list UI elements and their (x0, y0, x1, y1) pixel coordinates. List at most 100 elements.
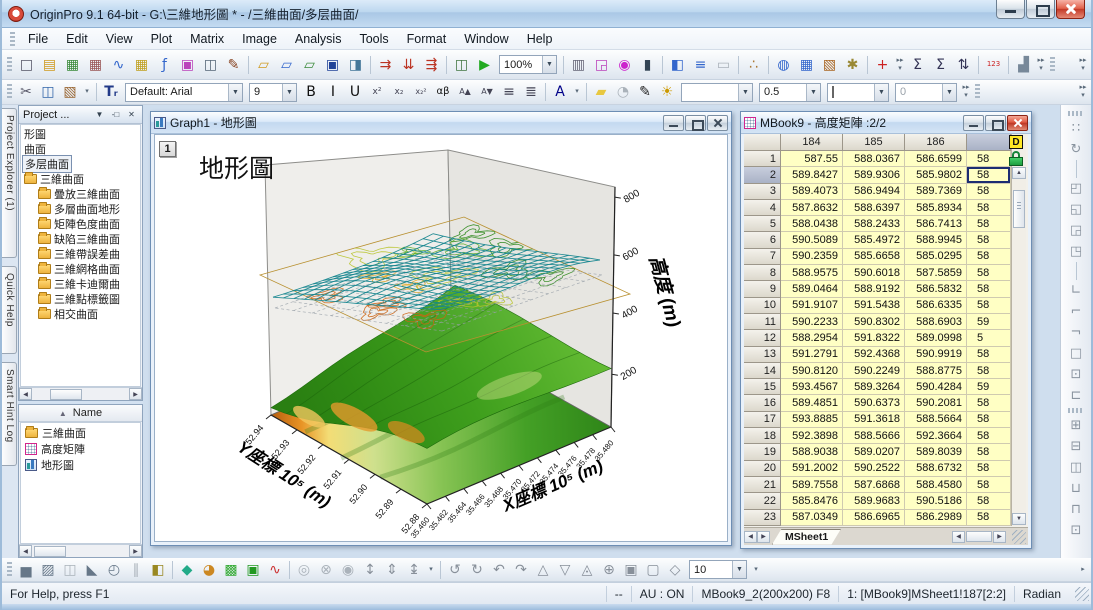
tree-item-7[interactable]: 缺陷三維曲面 (21, 231, 140, 246)
toolbar-grip[interactable] (7, 84, 12, 100)
matrix-cell[interactable]: 585.9802 (905, 167, 967, 183)
matrix-cell[interactable]: 591.2791 (781, 347, 843, 363)
tree-item-2[interactable]: 多层曲面 (21, 156, 140, 171)
angle-combo[interactable]: 0▼ (895, 83, 957, 102)
side-tab-0[interactable]: Project Explorer (1) (2, 108, 17, 258)
chevron-down-icon[interactable]: ▼ (738, 84, 752, 101)
axes-corner-button[interactable]: ⊏ (1064, 385, 1088, 406)
tree-item-3[interactable]: 三維曲面 (21, 171, 140, 186)
toolbar-grip[interactable] (7, 562, 12, 578)
toolbar-grip[interactable] (1050, 57, 1055, 73)
superscript-button[interactable]: x² (366, 82, 388, 102)
scrollbar-thumb[interactable] (50, 389, 82, 400)
toolbar-overflow-chevron[interactable]: ▾ (425, 560, 437, 580)
matrix-cell[interactable]: 585.8934 (905, 200, 967, 216)
row-header-22[interactable]: 22 (744, 493, 781, 509)
tree-item-12[interactable]: 相交曲面 (21, 306, 140, 321)
scroll-down-icon[interactable]: ▼ (1012, 513, 1026, 525)
set-values-button[interactable]: 123 (982, 54, 1005, 76)
font-name-combo[interactable]: Default: Arial▼ (125, 83, 243, 102)
matrix-cell[interactable]: 585.6658 (843, 249, 905, 265)
matrix-cell[interactable]: 589.0998 (905, 330, 967, 346)
chevron-down-icon[interactable]: ▼ (282, 84, 296, 101)
matrix-cell[interactable]: 585.4972 (843, 232, 905, 248)
paste-button[interactable]: ▧ (59, 82, 81, 102)
zoom-combo[interactable]: 100%▼ (499, 55, 557, 74)
panel-close-icon[interactable]: ✕ (125, 108, 138, 121)
resize-grip[interactable] (1075, 587, 1089, 601)
matrix-cell[interactable]: 588.9192 (843, 281, 905, 297)
new-worksheet-button[interactable]: ▦ (61, 54, 84, 76)
new-grid-button[interactable]: ▦ (130, 54, 153, 76)
merge-layers-button[interactable]: ⊓ (1064, 499, 1088, 520)
open-graph-button[interactable]: ▱ (275, 54, 298, 76)
menu-image[interactable]: Image (233, 30, 286, 48)
row-header-6[interactable]: 6 (744, 232, 781, 248)
extract-layers-button[interactable]: ⊡ (1064, 520, 1088, 541)
toolbar-grip[interactable] (7, 57, 12, 73)
matrix-cell[interactable]: 592.3664 (905, 428, 967, 444)
window-minimize-button[interactable] (963, 115, 984, 131)
matrix-cell[interactable]: 58 (967, 347, 1011, 363)
tree-item-4[interactable]: 曡放三維曲面 (21, 186, 140, 201)
layout-lines-button[interactable]: ≡ (689, 54, 712, 76)
import-wizard-button[interactable]: ⇉ (374, 54, 397, 76)
row-header-19[interactable]: 19 (744, 444, 781, 460)
row-header-23[interactable]: 23 (744, 510, 781, 526)
matrix-cell[interactable]: 589.0207 (843, 444, 905, 460)
cut-button[interactable]: ✂ (15, 82, 37, 102)
new-image-button[interactable]: ▣ (176, 54, 199, 76)
matrix-cell[interactable]: 593.4567 (781, 379, 843, 395)
matrix-cell[interactable]: 589.7558 (781, 477, 843, 493)
recalculate-button[interactable]: ✎ (222, 54, 245, 76)
toolbar-overflow-chevron[interactable]: ▸ (1077, 560, 1089, 580)
matrix-cell[interactable]: 590.2249 (843, 363, 905, 379)
row-header-5[interactable]: 5 (744, 216, 781, 232)
graph-window[interactable]: Graph1 - 地形圖 1 35.46035.46235.46435.4663… (150, 111, 732, 546)
row-header-9[interactable]: 9 (744, 281, 781, 297)
matrix-cell[interactable]: 586.2989 (905, 510, 967, 526)
row-header-1[interactable]: 1 (744, 151, 781, 167)
row-header-17[interactable]: 17 (744, 412, 781, 428)
chevron-down-icon[interactable]: ▼ (806, 84, 820, 101)
underline-button[interactable]: U (344, 82, 366, 102)
rotate-ccw-button[interactable]: ↺ (444, 560, 466, 580)
scrollbar-thumb[interactable] (34, 546, 66, 557)
column-gain-button[interactable]: ▟ (1012, 54, 1035, 76)
data-mode-badge[interactable]: D (1009, 135, 1023, 149)
perspective-button[interactable]: ◇ (664, 560, 686, 580)
matrix-corner-cell[interactable] (744, 134, 781, 151)
matrix-cell[interactable]: 590.5186 (905, 493, 967, 509)
project-tree-hscrollbar[interactable]: ◀ ▶ (19, 387, 142, 400)
matrix-cell[interactable]: 587.8632 (781, 200, 843, 216)
row-header-3[interactable]: 3 (744, 184, 781, 200)
box-chart-button[interactable]: ◫ (59, 560, 81, 580)
matrix-cell[interactable]: 586.7413 (905, 216, 967, 232)
align-top-button[interactable]: ≣ (520, 82, 542, 102)
matrix-cell[interactable]: 589.9683 (843, 493, 905, 509)
3d-book-button[interactable]: ◧ (147, 560, 169, 580)
matrix-cell[interactable]: 58 (967, 477, 1011, 493)
chevron-down-icon[interactable]: ▼ (542, 56, 556, 73)
add-column-button[interactable]: + (871, 54, 894, 76)
menu-edit[interactable]: Edit (57, 30, 97, 48)
worksheet-edit-button[interactable]: ▧ (818, 54, 841, 76)
matrix-cell[interactable]: 588.2433 (843, 216, 905, 232)
toolbar-grip[interactable] (1068, 408, 1084, 413)
matrix-cell[interactable]: 588.9575 (781, 265, 843, 281)
row-header-21[interactable]: 21 (744, 477, 781, 493)
matrix-cell[interactable]: 58 (967, 184, 1011, 200)
matrix-cell[interactable]: 58 (967, 363, 1011, 379)
worksheet-query-button[interactable]: ▦ (795, 54, 818, 76)
matrix-cell[interactable]: 591.9107 (781, 298, 843, 314)
matrix-cell[interactable]: 588.6732 (905, 461, 967, 477)
name-item-2[interactable]: 地形圖 (21, 457, 140, 473)
stock-chart-button[interactable]: ∥ (125, 560, 147, 580)
matrix-cell[interactable]: 58 (967, 249, 1011, 265)
name-column-header[interactable]: ▲ Name (19, 405, 142, 422)
line-style-combo[interactable]: ▼ (681, 83, 753, 102)
matrix-cell[interactable]: 589.8427 (781, 167, 843, 183)
save-template-button[interactable]: ◨ (344, 54, 367, 76)
matrix-cell[interactable]: 58 (967, 216, 1011, 232)
matrix-cell[interactable]: 589.3264 (843, 379, 905, 395)
